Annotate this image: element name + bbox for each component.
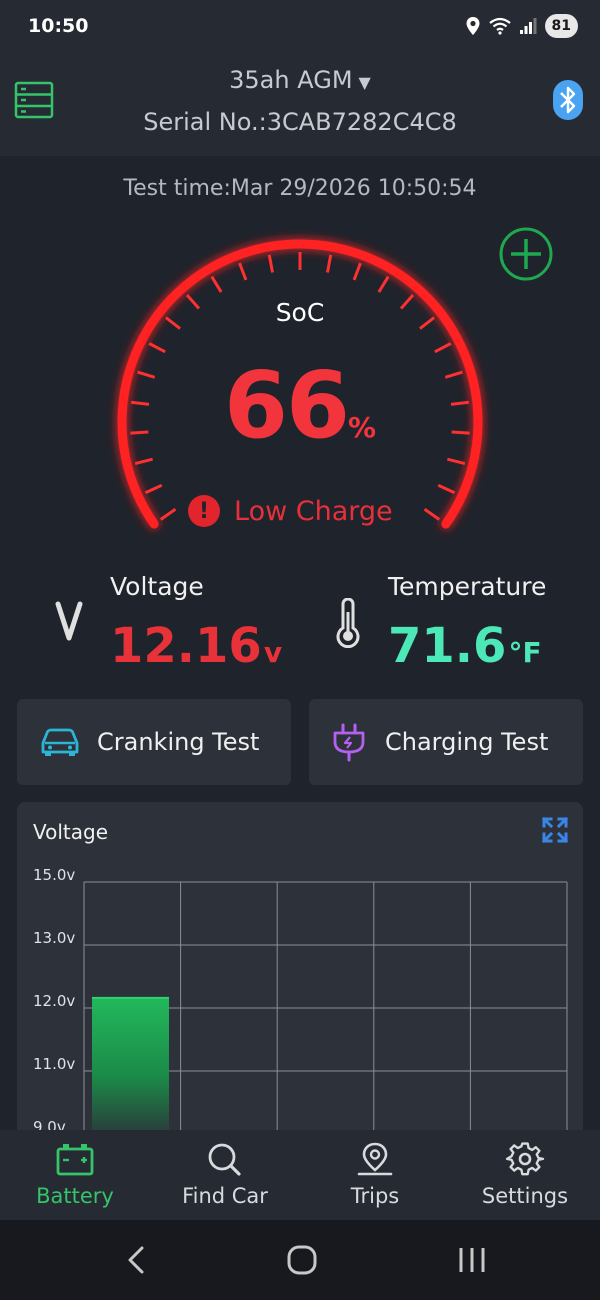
soc-number: 66 <box>223 352 350 459</box>
recents-icon[interactable] <box>442 1240 502 1280</box>
test-time: Test time:Mar 29/2026 10:50:54 <box>123 176 477 201</box>
temperature-unit: °F <box>508 636 542 669</box>
temperature-label: Temperature <box>388 572 547 601</box>
location-icon <box>466 17 480 35</box>
gauge-tick <box>134 457 153 466</box>
nav-find-car[interactable]: Find Car <box>150 1130 300 1220</box>
temperature-number: 71.6 <box>388 618 507 674</box>
bluetooth-icon[interactable] <box>553 80 583 120</box>
chart-bars <box>92 996 169 1142</box>
signal-icon <box>519 18 537 34</box>
system-nav-bar <box>0 1220 600 1300</box>
status-icons: 81 <box>465 14 578 38</box>
thermometer-icon <box>336 598 360 648</box>
gauge-tick <box>210 275 223 293</box>
charging-test-label: Charging Test <box>385 728 549 756</box>
add-circle-icon[interactable] <box>498 226 554 282</box>
gauge-tick <box>447 457 466 466</box>
gauge-tick <box>159 507 177 521</box>
y-tick-label: 11.0v <box>33 1055 75 1073</box>
voltage-icon <box>55 601 83 641</box>
gauge-tick <box>267 254 274 273</box>
gauge-tick <box>423 507 441 521</box>
nav-battery-label: Battery <box>36 1184 114 1208</box>
app-header: 35ah AGM ▼ Serial No.:3CAB7282C4C8 <box>0 56 600 156</box>
status-bar: 10:50 81 <box>0 0 600 56</box>
serial-number: Serial No.:3CAB7282C4C8 <box>143 108 457 136</box>
gauge-tick <box>238 262 248 281</box>
bottom-nav: Battery Find Car Trips Settings <box>0 1130 600 1220</box>
gauge-tick <box>326 254 333 273</box>
wifi-icon <box>488 17 511 35</box>
voltage-bar <box>92 997 169 1142</box>
status-time: 10:50 <box>28 15 89 37</box>
gauge-tick <box>437 483 456 495</box>
cranking-test-button[interactable]: Cranking Test <box>17 699 291 785</box>
y-tick-label: 13.0v <box>33 929 75 947</box>
voltage-label: Voltage <box>110 572 204 601</box>
voltage-number: 12.16 <box>110 618 262 674</box>
nav-find-car-label: Find Car <box>182 1184 268 1208</box>
expand-icon[interactable] <box>541 816 569 844</box>
device-selector[interactable]: 35ah AGM ▼ <box>0 66 600 94</box>
voltage-chart-card: 15.0v 13.0v 12.0v 11.0v 9.0v Voltage <box>17 802 583 1142</box>
nav-trips-label: Trips <box>350 1184 400 1208</box>
voltage-value: 12.16v <box>110 618 282 674</box>
chart-title: Voltage <box>33 820 109 844</box>
y-tick-label: 15.0v <box>33 866 75 884</box>
chevron-down-icon: ▼ <box>358 73 371 92</box>
voltage-chart: 15.0v13.0v12.0v11.0v9.0v <box>33 866 568 1142</box>
map-pin-icon <box>357 1142 393 1176</box>
search-icon <box>208 1143 241 1176</box>
nav-trips[interactable]: Trips <box>300 1130 450 1220</box>
battery-level-badge: 81 <box>544 14 578 38</box>
temperature-value: 71.6°F <box>388 618 542 674</box>
y-tick-label: 12.0v <box>33 992 75 1010</box>
gauge-tick <box>377 275 390 293</box>
battery-icon <box>56 1144 94 1176</box>
device-name: 35ah AGM <box>229 66 353 94</box>
cranking-test-label: Cranking Test <box>97 728 260 756</box>
gauge-tick <box>144 483 163 495</box>
gauge-tick <box>148 342 166 354</box>
home-icon[interactable] <box>272 1240 332 1280</box>
gear-icon <box>505 1142 545 1176</box>
gauge-tick <box>434 342 452 354</box>
nav-settings-label: Settings <box>481 1184 569 1208</box>
car-icon <box>41 728 79 756</box>
nav-battery[interactable]: Battery <box>0 1130 150 1220</box>
soc-value: 66% <box>0 352 600 459</box>
soc-label: SoC <box>275 298 325 327</box>
back-icon[interactable] <box>106 1240 166 1280</box>
soc-unit: % <box>347 411 377 444</box>
charge-status-text: Low Charge <box>234 495 393 527</box>
charge-status: ! Low Charge <box>188 494 393 528</box>
charging-test-button[interactable]: Charging Test <box>309 699 583 785</box>
warning-icon: ! <box>188 495 220 527</box>
nav-settings[interactable]: Settings <box>450 1130 600 1220</box>
gauge-tick <box>352 262 362 281</box>
chart-ticks: 15.0v13.0v12.0v11.0v9.0v <box>33 866 75 1136</box>
voltage-unit: v <box>263 636 283 669</box>
plug-icon <box>333 723 365 762</box>
